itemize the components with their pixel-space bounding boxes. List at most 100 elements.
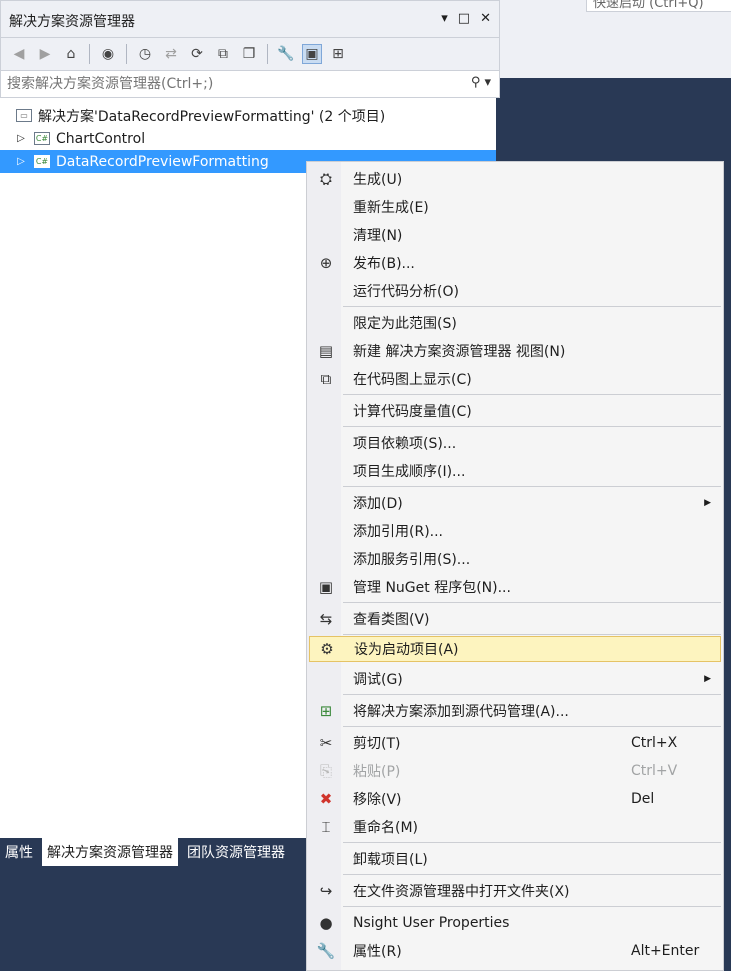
search-input[interactable] <box>7 74 447 94</box>
menu-item-new-view[interactable]: ▤ 新建 解决方案资源管理器 视图(N) <box>309 338 721 364</box>
menu-item-label: 卸载项目(L) <box>353 852 428 868</box>
menu-item-code-metrics[interactable]: 计算代码度量值(C) <box>309 398 721 424</box>
menu-item-clean[interactable]: 清理(N) <box>309 222 721 248</box>
menu-item-label: 调试(G) <box>353 672 403 688</box>
menu-item-build-order[interactable]: 项目生成顺序(I)... <box>309 458 721 484</box>
tree-project-node[interactable]: ▷ C# ChartControl <box>0 127 496 150</box>
code-map-icon[interactable]: ⊞ <box>328 44 348 64</box>
menu-item-add[interactable]: 添加(D) ▶ <box>309 490 721 516</box>
history-icon[interactable]: ◷ <box>135 44 155 64</box>
menu-item-publish[interactable]: ⊕ 发布(B)... <box>309 250 721 276</box>
menu-item-nsight-properties[interactable]: ● Nsight User Properties <box>309 910 721 936</box>
gear-icon: ⚙ <box>320 640 334 658</box>
panel-toolbar: ◀ ▶ ⌂ ◉ ◷ ⇄ ⟳ ⧉ ❐ 🔧 ▣ ⊞ <box>0 38 500 70</box>
menu-item-paste[interactable]: ⎘ 粘贴(P) Ctrl+V <box>309 758 721 784</box>
panel-title: 解决方案资源管理器 <box>9 14 135 30</box>
expand-arrow-icon[interactable]: ▷ <box>14 156 28 167</box>
menu-item-properties[interactable]: 🔧 属性(R) Alt+Enter <box>309 938 721 964</box>
back-icon[interactable]: ◀ <box>9 44 29 64</box>
menu-separator <box>343 694 721 695</box>
search-box: ⚲ ▾ <box>0 70 500 98</box>
menu-item-manage-nuget[interactable]: ▣ 管理 NuGet 程序包(N)... <box>309 574 721 600</box>
menu-item-code-analysis[interactable]: 运行代码分析(O) <box>309 278 721 304</box>
tab-team-explorer[interactable]: 团队资源管理器 <box>182 838 290 866</box>
csharp-project-icon: C# <box>34 132 50 145</box>
maximize-icon[interactable]: □ <box>458 11 470 26</box>
menu-separator <box>343 634 721 635</box>
menu-item-label: 重新生成(E) <box>353 200 429 216</box>
home-icon[interactable]: ⌂ <box>61 44 81 64</box>
dropdown-icon[interactable]: ▾ <box>441 11 448 26</box>
menu-item-label: 重命名(M) <box>353 820 419 836</box>
menu-item-label: 计算代码度量值(C) <box>353 404 472 420</box>
menu-item-add-service-reference[interactable]: 添加服务引用(S)... <box>309 546 721 572</box>
delete-icon: ✖ <box>319 790 333 808</box>
menu-item-label: Nsight User Properties <box>353 915 510 931</box>
toolbar-divider <box>267 44 268 64</box>
collapse-all-icon[interactable]: ⧉ <box>213 44 233 64</box>
menu-item-project-dependencies[interactable]: 项目依赖项(S)... <box>309 430 721 456</box>
close-icon[interactable]: ✕ <box>480 11 491 26</box>
search-icon[interactable]: ⚲ ▾ <box>471 75 491 90</box>
menu-item-add-reference[interactable]: 添加引用(R)... <box>309 518 721 544</box>
menu-item-label: 清理(N) <box>353 228 403 244</box>
menu-item-label: 粘贴(P) <box>353 764 401 780</box>
menu-separator <box>343 602 721 603</box>
refresh-icon[interactable]: ⟳ <box>187 44 207 64</box>
menu-item-label: 发布(B)... <box>353 256 415 272</box>
menu-item-build[interactable]: ⛭ 生成(U) <box>309 166 721 192</box>
menu-item-label: 移除(V) <box>353 792 402 808</box>
toolbar-divider <box>126 44 127 64</box>
context-menu: ⛭ 生成(U) 重新生成(E) 清理(N) ⊕ 发布(B)... 运行代码分析(… <box>306 161 724 971</box>
tree-node-label: ChartControl <box>56 130 146 147</box>
menu-item-rebuild[interactable]: 重新生成(E) <box>309 194 721 220</box>
menu-item-label: 添加(D) <box>353 496 403 512</box>
menu-item-label: 限定为此范围(S) <box>353 316 457 332</box>
menu-separator <box>343 426 721 427</box>
menu-item-debug[interactable]: 调试(G) ▶ <box>309 666 721 692</box>
scissors-icon: ✂ <box>319 734 333 752</box>
globe-icon[interactable]: ◉ <box>98 44 118 64</box>
menu-item-show-on-code-map[interactable]: ⧉ 在代码图上显示(C) <box>309 366 721 392</box>
quick-launch-input[interactable]: 快速启动 (Ctrl+Q) <box>586 0 731 12</box>
class-diagram-icon: ⇆ <box>319 610 333 628</box>
expand-arrow-icon[interactable]: ▷ <box>14 133 28 144</box>
menu-item-label: 生成(U) <box>353 172 403 188</box>
menu-item-label: 设为启动项目(A) <box>354 642 459 658</box>
preview-icon[interactable]: ▣ <box>302 44 322 64</box>
nsight-icon: ● <box>319 914 333 932</box>
menu-item-view-class-diagram[interactable]: ⇆ 查看类图(V) <box>309 606 721 632</box>
wrench-icon: 🔧 <box>316 942 336 960</box>
menu-item-label: 运行代码分析(O) <box>353 284 459 300</box>
forward-icon[interactable]: ▶ <box>35 44 55 64</box>
toolbar-divider <box>89 44 90 64</box>
menu-item-unload-project[interactable]: 卸载项目(L) <box>309 846 721 872</box>
menu-item-label: 添加服务引用(S)... <box>353 552 471 568</box>
menu-item-label: 项目生成顺序(I)... <box>353 464 466 480</box>
menu-separator <box>343 306 721 307</box>
menu-item-scope-to-this[interactable]: 限定为此范围(S) <box>309 310 721 336</box>
publish-icon: ⊕ <box>319 254 333 272</box>
menu-item-remove[interactable]: ✖ 移除(V) Del <box>309 786 721 812</box>
tree-solution-node[interactable]: ▭ 解决方案'DataRecordPreviewFormatting' (2 个… <box>0 104 496 127</box>
tab-solution-explorer[interactable]: 解决方案资源管理器 <box>42 838 178 866</box>
menu-shortcut: Alt+Enter <box>631 943 700 959</box>
menu-item-cut[interactable]: ✂ 剪切(T) Ctrl+X <box>309 730 721 756</box>
nuget-icon: ▣ <box>318 578 334 596</box>
menu-shortcut: Ctrl+X <box>631 735 678 751</box>
show-all-files-icon[interactable]: ❐ <box>239 44 259 64</box>
code-map-icon: ⧉ <box>320 370 332 388</box>
menu-item-set-startup-project[interactable]: ⚙ 设为启动项目(A) <box>309 636 721 662</box>
menu-item-rename[interactable]: ⌶ 重命名(M) <box>309 814 721 840</box>
menu-item-label: 管理 NuGet 程序包(N)... <box>353 580 511 596</box>
menu-separator <box>343 906 721 907</box>
tab-properties[interactable]: 属性 <box>0 838 38 866</box>
menu-item-label: 属性(R) <box>353 944 402 960</box>
menu-item-add-to-source-control[interactable]: ⊞ 将解决方案添加到源代码管理(A)... <box>309 698 721 724</box>
menu-item-open-in-explorer[interactable]: ↪ 在文件资源管理器中打开文件夹(X) <box>309 878 721 904</box>
menu-shortcut: Ctrl+V <box>631 763 678 779</box>
submenu-arrow-icon: ▶ <box>704 674 711 684</box>
properties-icon[interactable]: 🔧 <box>276 44 296 64</box>
sync-icon[interactable]: ⇄ <box>161 44 181 64</box>
build-icon: ⛭ <box>319 170 332 188</box>
